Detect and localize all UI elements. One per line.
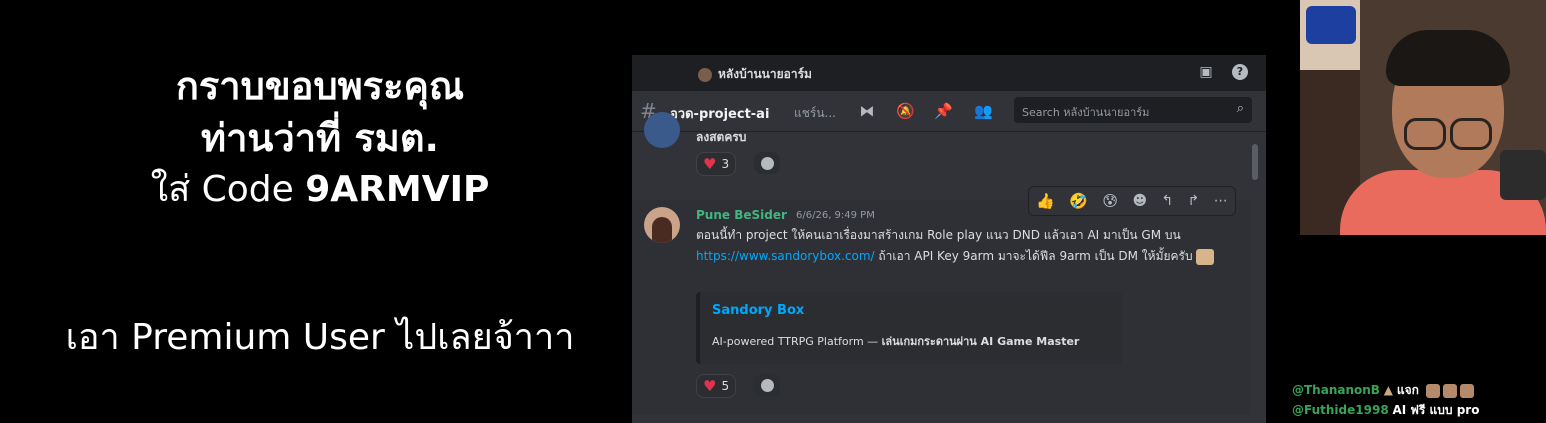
more-options-icon[interactable]: ⋯ <box>1214 193 1228 209</box>
server-name-label: หลังบ้านนายอาร์ม <box>718 67 812 81</box>
server-avatar <box>698 67 712 82</box>
reaction-heart[interactable]: ♥ 5 <box>696 374 737 398</box>
code-value: 9ARMVIP <box>305 169 490 210</box>
cam-microphone <box>1500 150 1546 200</box>
stream-caption: กราบขอบพระคุณ ท่านว่าที่ รมต. ใส่ Code 9… <box>0 60 640 216</box>
add-reaction-button[interactable] <box>754 374 780 396</box>
chat-message: @ThananonB ▲ แจก <box>1292 380 1546 400</box>
discord-window: หลังบ้านนายอาร์ม ▣ ? # อวด-project-ai แช… <box>632 55 1266 423</box>
author-name[interactable]: Pune BeSider <box>696 208 787 222</box>
chat-badge-icon: ▲ <box>1383 383 1394 397</box>
threads-icon[interactable]: ⧓ <box>858 102 876 120</box>
chat-text: แจก <box>1396 383 1419 397</box>
stream-chat: @ThananonB ▲ แจก @Futhide1998 AI ฟรี แบบ… <box>1292 380 1546 423</box>
message-toolbar: 👍 🤣 😰 ☻ ↰ ↱ ⋯ <box>1028 186 1236 216</box>
embed-desc-prefix: AI-powered TTRPG Platform — <box>712 335 882 348</box>
react-laugh-button[interactable]: 🤣 <box>1069 192 1088 210</box>
cam-glasses-left <box>1404 118 1446 150</box>
caption-line-minister: ท่านว่าที่ รมต. <box>201 116 439 160</box>
message-text-2: ถ้าเอา API Key 9arm มาจะได้ฟีล 9arm เป็น… <box>874 249 1193 263</box>
embed-description: AI-powered TTRPG Platform — เล่นเกมกระดา… <box>712 332 1079 350</box>
smiley-icon <box>760 378 774 392</box>
cam-hair <box>1386 30 1510 86</box>
cam-glasses-right <box>1450 118 1492 150</box>
link-embed: Sandory Box AI-powered TTRPG Platform — … <box>696 292 1122 364</box>
inbox-icon[interactable]: ▣ <box>1198 64 1214 80</box>
message-timestamp: 6/6/26, 9:49 PM <box>796 210 875 221</box>
add-reaction-icon[interactable]: ☻ <box>1132 193 1147 209</box>
react-thumbs-up-button[interactable]: 👍 <box>1036 192 1055 210</box>
chat-emote-icon <box>1442 383 1457 398</box>
channel-header: # อวด-project-ai แชร์น... ⧓ 🔕 📌 👥 Search… <box>632 91 1266 132</box>
embed-desc-bold: เล่นเกมกระดานผ่าน AI Game Master <box>881 335 1080 348</box>
caption-premium: เอา Premium User ไปเลยจ้าาา <box>65 317 575 358</box>
reaction-heart-prev[interactable]: ♥ 3 <box>696 152 737 176</box>
smiley-icon <box>760 156 774 170</box>
add-reaction-button[interactable] <box>754 152 780 174</box>
search-placeholder: Search หลังบ้านนายอาร์ม <box>1022 106 1150 119</box>
member-list-icon[interactable]: 👥 <box>974 102 993 120</box>
embed-title[interactable]: Sandory Box <box>712 303 804 318</box>
search-input[interactable]: Search หลังบ้านนายอาร์ม ⌕ <box>1014 97 1252 123</box>
reaction-count: 5 <box>721 379 730 393</box>
scrollbar-thumb[interactable] <box>1252 144 1258 180</box>
caption-line-thanks: กราบขอบพระคุณ <box>175 64 465 108</box>
notification-mute-icon[interactable]: 🔕 <box>896 102 915 120</box>
server-title[interactable]: หลังบ้านนายอาร์ม <box>698 65 812 84</box>
server-title-bar: หลังบ้านนายอาร์ม ▣ ? <box>632 55 1266 91</box>
react-anxious-button[interactable]: 😰 <box>1102 192 1118 210</box>
help-icon[interactable]: ? <box>1232 64 1248 80</box>
chat-username: @ThananonB <box>1292 383 1380 397</box>
heart-icon: ♥ <box>703 377 717 395</box>
reaction-count: 3 <box>721 157 730 171</box>
author-avatar[interactable] <box>644 207 680 243</box>
channel-name: อวด-project-ai <box>670 107 770 122</box>
chat-message: @Futhide1998 AI ฟรี แบบ pro <box>1292 400 1546 420</box>
channel-topic[interactable]: แชร์น... <box>794 104 836 123</box>
message-list: ลงสตครบ ♥ 3 👍 🤣 😰 ☻ ↰ ↱ ⋯ Pune BeSider 6… <box>632 112 1266 423</box>
custom-emoji-icon <box>1196 248 1215 265</box>
search-icon: ⌕ <box>1236 101 1244 116</box>
prev-message-text: ลงสตครบ <box>696 130 747 144</box>
chat-username: @Futhide1998 <box>1292 403 1389 417</box>
heart-icon: ♥ <box>703 155 717 173</box>
chat-text: AI ฟรี แบบ pro <box>1392 403 1480 417</box>
cam-poster-logo <box>1306 6 1356 44</box>
message-link[interactable]: https://www.sandorybox.com/ <box>696 249 875 263</box>
reply-icon[interactable]: ↰ <box>1161 193 1173 209</box>
prev-message-avatar[interactable] <box>644 112 680 148</box>
pin-icon[interactable]: 📌 <box>934 102 953 120</box>
code-prefix: ใส่ Code <box>150 169 306 210</box>
message-text-1: ตอนนี้ทำ project ให้คนเอาเรื่องมาสร้างเก… <box>696 228 1181 242</box>
caption-line-code: ใส่ Code 9ARMVIP <box>0 164 640 216</box>
chat-emote-icon <box>1425 383 1440 398</box>
chat-emote-icon <box>1459 383 1474 398</box>
forward-icon[interactable]: ↱ <box>1188 193 1200 209</box>
message-body: ตอนนี้ทำ project ให้คนเอาเรื่องมาสร้างเก… <box>696 225 1216 267</box>
webcam-feed <box>1300 0 1546 235</box>
